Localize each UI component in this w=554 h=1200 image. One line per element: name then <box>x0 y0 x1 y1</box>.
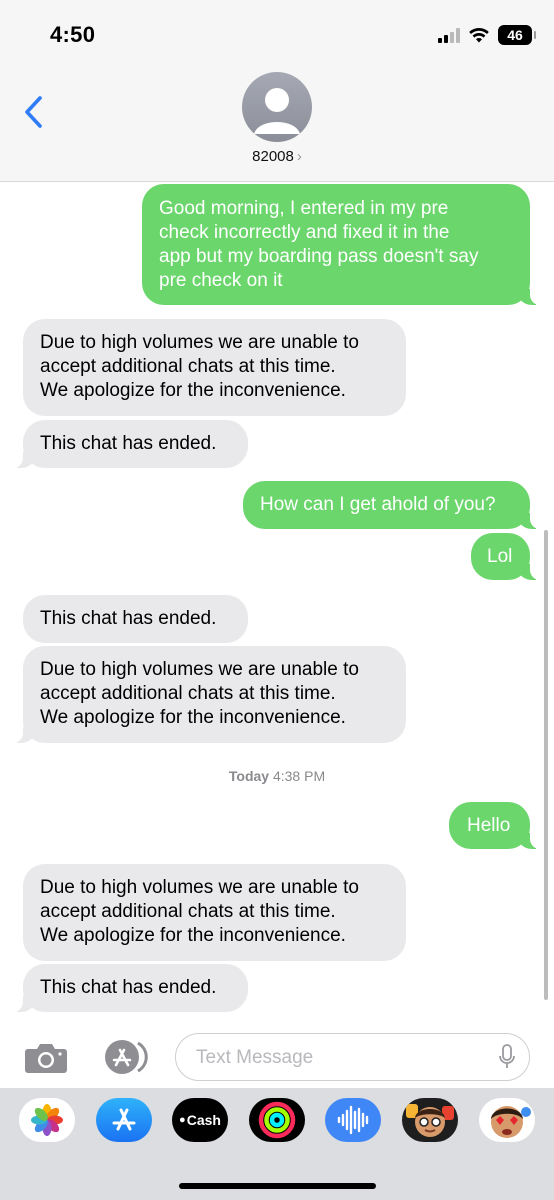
memoji-app-button[interactable] <box>402 1098 458 1142</box>
microphone-icon[interactable] <box>499 1044 515 1070</box>
photos-icon <box>31 1104 63 1136</box>
apple-cash-label: Cash <box>186 1112 221 1128</box>
message-line: Due to high volumes we are unable to <box>40 659 359 680</box>
photos-app-button[interactable] <box>19 1098 75 1142</box>
app-store-icon <box>105 1040 148 1074</box>
home-indicator[interactable] <box>179 1183 376 1189</box>
message-bubble-outgoing[interactable]: Lol <box>471 533 544 580</box>
apple-cash-app-button[interactable]: ● Cash <box>172 1098 228 1142</box>
message-line: Due to high volumes we are unable to <box>40 877 359 898</box>
message-line: check incorrectly and fixed it in the <box>159 222 450 243</box>
message-line: accept additional chats at this time. <box>40 683 336 704</box>
app-store-icon <box>112 1108 136 1131</box>
message-bubble-outgoing[interactable]: Hello <box>449 802 544 849</box>
message-line: We apologize for the inconvenience. <box>40 925 346 946</box>
message-bubble-incoming[interactable]: Due to high volumes we are unable to acc… <box>23 864 406 961</box>
contact-name[interactable]: 82008 › <box>0 148 554 165</box>
chevron-right-icon: › <box>296 148 302 165</box>
message-line: Good morning, I entered in my pre <box>159 198 449 219</box>
person-icon <box>254 88 300 134</box>
app-store-app-button[interactable] <box>96 1098 152 1142</box>
message-bubble-incoming[interactable]: This chat has ended. <box>9 964 248 1012</box>
message-line: app but my boarding pass doesn't say <box>159 246 479 267</box>
message-line: We apologize for the inconvenience. <box>40 707 346 728</box>
contact-number: 82008 <box>252 148 294 165</box>
status-time: 4:50 <box>50 22 96 47</box>
memoji-stickers-icon <box>491 1106 531 1138</box>
message-line: Due to high volumes we are unable to <box>40 332 359 353</box>
message-line: Lol <box>487 546 513 567</box>
audio-message-app-button[interactable] <box>325 1098 381 1142</box>
message-input-field[interactable] <box>175 1033 530 1081</box>
cellular-signal-icon <box>438 27 460 43</box>
memoji-stickers-app-button[interactable] <box>479 1098 535 1142</box>
wifi-icon <box>469 27 489 43</box>
message-line: accept additional chats at this time. <box>40 901 336 922</box>
timestamp-day: Today <box>228 768 270 784</box>
scrollbar[interactable] <box>544 530 548 1000</box>
activity-icon <box>258 1101 296 1139</box>
message-bubble-incoming[interactable]: This chat has ended. <box>23 595 248 643</box>
message-line: How can I get ahold of you? <box>260 494 496 515</box>
activity-app-button[interactable] <box>249 1098 305 1142</box>
camera-button[interactable] <box>24 1040 68 1074</box>
audio-message-icon <box>337 1105 369 1135</box>
message-bubble-outgoing[interactable]: Good morning, I entered in my pre check … <box>142 184 544 305</box>
message-line: accept additional chats at this time. <box>40 356 336 377</box>
message-line: This chat has ended. <box>40 433 217 454</box>
chevron-left-icon <box>25 96 42 128</box>
message-bubble-incoming[interactable]: This chat has ended. <box>9 420 248 468</box>
status-icons: 46 <box>438 24 536 46</box>
timestamp-time: 4:38 PM <box>272 768 326 784</box>
message-bubble-incoming[interactable]: Due to high volumes we are unable to acc… <box>23 319 406 416</box>
message-line: This chat has ended. <box>40 608 217 629</box>
apple-logo-icon: ● <box>179 1114 186 1126</box>
contact-avatar[interactable] <box>242 72 312 142</box>
message-line: pre check on it <box>159 270 283 291</box>
message-bubble-outgoing[interactable]: How can I get ahold of you? <box>243 481 544 529</box>
battery-indicator: 46 <box>498 25 536 45</box>
message-line: We apologize for the inconvenience. <box>40 380 346 401</box>
message-input[interactable] <box>194 1034 488 1081</box>
apple-cash-icon: ● Cash <box>172 1098 228 1142</box>
memoji-icon <box>406 1104 454 1137</box>
apps-button[interactable] <box>98 1040 152 1074</box>
message-line: This chat has ended. <box>40 977 217 998</box>
message-bubble-incoming[interactable]: Due to high volumes we are unable to acc… <box>9 646 406 743</box>
message-timestamp: Today 4:38 PM <box>0 768 554 784</box>
back-button[interactable] <box>20 94 50 130</box>
message-line: Hello <box>467 815 511 836</box>
camera-icon <box>25 1044 67 1073</box>
